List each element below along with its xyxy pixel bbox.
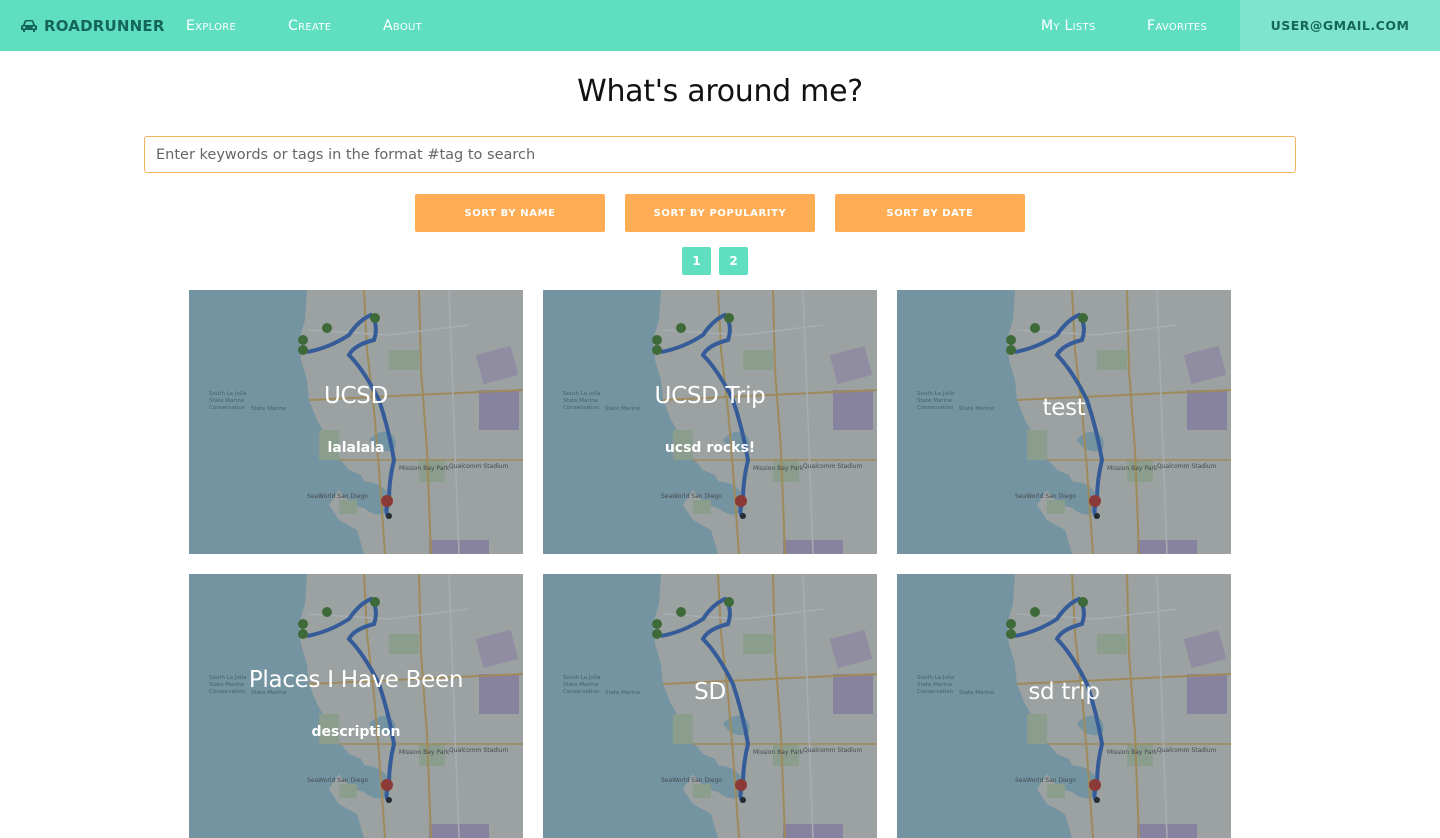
card-title: test: [1042, 395, 1086, 421]
page-title: What's around me?: [577, 74, 863, 109]
top-navbar: ROADRUNNER Explore Create About My Lists…: [0, 0, 1440, 51]
list-card[interactable]: South La Jolla State Marine Conservation…: [543, 574, 877, 838]
car-icon: [20, 19, 38, 33]
sort-by-date-button[interactable]: SORT BY DATE: [835, 194, 1025, 232]
list-card[interactable]: South La Jolla State Marine Conservation…: [897, 574, 1231, 838]
list-card[interactable]: South La Jolla State Marine Conservation…: [897, 290, 1231, 554]
brand-name: ROADRUNNER: [44, 16, 165, 35]
brand-logo[interactable]: ROADRUNNER: [20, 0, 165, 51]
list-card[interactable]: South La Jolla State Marine Conservation…: [189, 290, 523, 554]
card-title: SD: [694, 679, 726, 705]
page-1-button[interactable]: 1: [682, 247, 711, 275]
nav-favorites-link[interactable]: Favorites: [1147, 0, 1207, 51]
nav-about-link[interactable]: About: [383, 0, 422, 51]
card-title: sd trip: [1028, 679, 1100, 705]
list-card[interactable]: South La Jolla State Marine Conservation…: [189, 574, 523, 838]
user-account-menu[interactable]: USER@GMAIL.COM: [1240, 0, 1440, 51]
sort-by-popularity-button[interactable]: SORT BY POPULARITY: [625, 194, 815, 232]
card-description: description: [311, 724, 401, 740]
nav-explore-link[interactable]: Explore: [186, 0, 236, 51]
card-description: ucsd rocks!: [664, 440, 756, 456]
page-2-button[interactable]: 2: [719, 247, 748, 275]
nav-create-link[interactable]: Create: [288, 0, 331, 51]
search-input[interactable]: [144, 136, 1296, 173]
card-title: UCSD Trip: [654, 383, 766, 409]
card-title: UCSD: [323, 383, 388, 409]
list-card[interactable]: South La Jolla State Marine Conservation…: [543, 290, 877, 554]
sort-by-name-button[interactable]: SORT BY NAME: [415, 194, 605, 232]
card-description: lalalala: [327, 440, 385, 456]
card-title: Places I Have Been: [248, 667, 464, 693]
nav-my-lists-link[interactable]: My Lists: [1041, 0, 1096, 51]
